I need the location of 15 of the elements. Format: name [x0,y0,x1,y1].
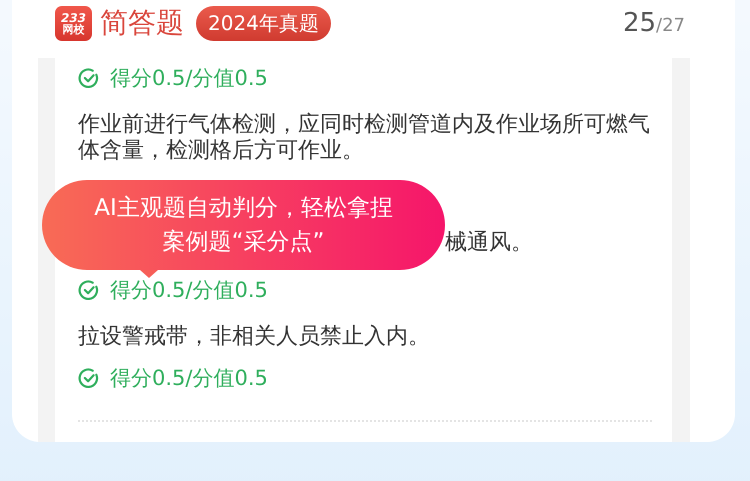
question-type-title: 简答题 [100,5,184,41]
answer-text: 械通风。 [445,230,533,256]
answer-text: 作业前进行气体检测，应同时检测管道内及作业场所可燃气体含量，检测格后方可作业。 [78,112,651,164]
question-total: /27 [656,15,685,38]
check-circle-icon [78,67,100,89]
answer-text: 拉设警戒带，非相关人员禁止入内。 [78,324,431,350]
logo-icon: 233 网校 [55,6,92,40]
score-text: 得分0.5/分值0.5 [110,65,268,92]
year-badge: 2024年真题 [196,6,331,40]
score-text: 得分0.5/分值0.5 [110,277,268,304]
score-text: 得分0.5/分值0.5 [110,365,268,392]
tooltip-text: AI主观题自动判分，轻松拿捏 案例题“采分点” [94,194,393,257]
check-circle-icon [78,279,100,301]
check-circle-icon [78,367,100,389]
question-number: 25 [622,8,656,38]
